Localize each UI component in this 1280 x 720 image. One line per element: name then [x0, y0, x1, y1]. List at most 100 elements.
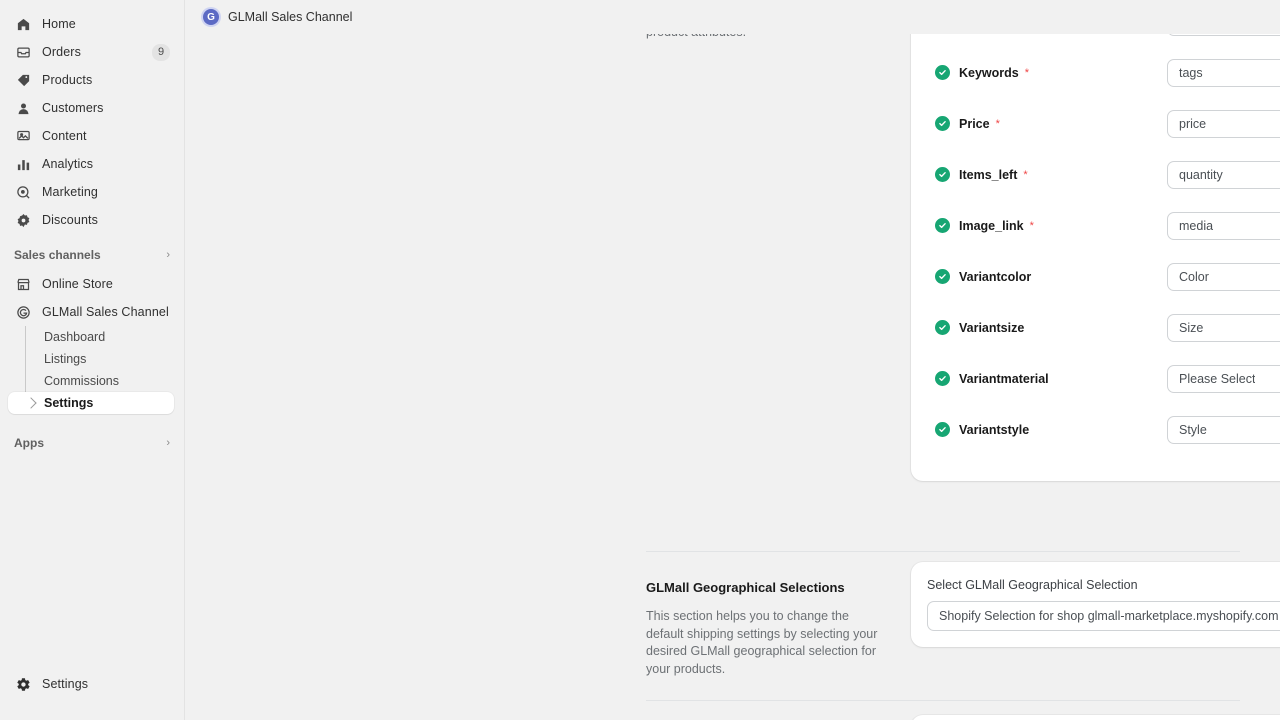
sidebar-subitem-listings[interactable]: Listings: [8, 348, 174, 370]
attribute-row: Items_left * quantity: [935, 149, 1280, 200]
check-circle-icon: [935, 269, 950, 284]
sidebar-item-label: Home: [42, 17, 76, 31]
sidebar-item-customers[interactable]: Customers: [8, 94, 176, 122]
required-marker: *: [995, 117, 1000, 130]
chevron-right-icon: ›: [166, 249, 170, 261]
attribute-select[interactable]: Please Select: [1167, 364, 1280, 393]
scroll-area[interactable]: product attributes. Description*descript…: [185, 0, 1280, 720]
gear-icon: [14, 675, 32, 693]
sidebar-item-products[interactable]: Products: [8, 66, 176, 94]
attribute-label-group: Image_link *: [935, 218, 1167, 233]
attribute-label-group: Variantstyle: [935, 422, 1167, 437]
check-circle-icon: [935, 65, 950, 80]
attribute-select[interactable]: Color: [1167, 262, 1280, 291]
geo-select[interactable]: Shopify Selection for shop glmall-market…: [927, 601, 1280, 631]
geo-section-title: GLMall Geographical Selections: [646, 580, 845, 595]
sidebar-subitem-commissions[interactable]: Commissions: [8, 370, 174, 392]
attribute-select[interactable]: tags: [1167, 58, 1280, 87]
sidebar-item-orders[interactable]: Orders 9: [8, 38, 176, 66]
attribute-row: Variantmaterial Please Select: [935, 353, 1280, 404]
sidebar-item-settings[interactable]: Settings: [8, 670, 176, 698]
required-marker: *: [1029, 219, 1034, 232]
geo-section-info: GLMall Geographical Selections This sect…: [646, 580, 886, 678]
attribute-select[interactable]: Style: [1167, 415, 1280, 444]
attribute-select-value: quantity: [1179, 167, 1223, 182]
sidebar-item-label: Content: [42, 129, 87, 143]
sidebar-item-settings-label: Settings: [42, 677, 89, 691]
home-icon: [14, 15, 32, 33]
attribute-select-value: Color: [1179, 269, 1209, 284]
attribute-rows: Description*descriptionKeywords*tagsPric…: [935, 0, 1280, 455]
attribute-row: Image_link * media: [935, 200, 1280, 251]
next-section-card: [911, 715, 1280, 720]
attribute-select[interactable]: quantity: [1167, 160, 1280, 189]
orders-icon: [14, 43, 32, 61]
sidebar-item-marketing[interactable]: Marketing: [8, 178, 176, 206]
sidebar-nav-list: Home Orders 9 Products Customers Content Analy…: [0, 10, 184, 234]
sidebar-item-discounts[interactable]: Discounts: [8, 206, 176, 234]
store-icon: [14, 275, 32, 293]
glmall-icon: [14, 303, 32, 321]
check-circle-icon: [935, 371, 950, 386]
sales-channels-header: Sales channels: [14, 248, 101, 262]
check-circle-icon: [935, 167, 950, 182]
attribute-select[interactable]: Size: [1167, 313, 1280, 342]
sidebar-item-badge: 9: [152, 43, 170, 61]
geo-selection-card: Select GLMall Geographical Selection Sho…: [911, 562, 1280, 647]
sidebar-item-label: Customers: [42, 101, 104, 115]
section-divider-bottom: [646, 700, 1240, 701]
attribute-label: Variantcolor: [959, 269, 1032, 284]
content-icon: [14, 127, 32, 145]
glmall-logo-icon: G: [203, 9, 219, 25]
main-area: G GLMall Sales Channel product attribute…: [185, 0, 1280, 720]
attribute-label: Variantmaterial: [959, 371, 1049, 386]
sidebar-item-label: Analytics: [42, 157, 94, 171]
sidebar-item-label: Orders: [42, 45, 81, 59]
sidebar-channel-label: GLMall Sales Channel: [42, 305, 169, 319]
attribute-label: Image_link: [959, 218, 1024, 233]
attribute-label: Keywords: [959, 65, 1019, 80]
chevron-right-icon: ›: [166, 437, 170, 449]
attribute-select-value: media: [1179, 218, 1214, 233]
attribute-label-group: Items_left *: [935, 167, 1167, 182]
sidebar-subitem-dashboard[interactable]: Dashboard: [8, 326, 174, 348]
sidebar-item-home[interactable]: Home: [8, 10, 176, 38]
attribute-label-group: Variantmaterial: [935, 371, 1167, 386]
app-title: GLMall Sales Channel: [228, 10, 353, 24]
marketing-icon: [14, 183, 32, 201]
attribute-label-group: Variantcolor: [935, 269, 1167, 284]
geo-section-description: This section helps you to change the def…: [646, 609, 878, 676]
sidebar-item-content[interactable]: Content: [8, 122, 176, 150]
check-circle-icon: [935, 320, 950, 335]
sidebar-channel-glmall-sales-channel[interactable]: GLMall Sales Channel: [8, 298, 176, 326]
attribute-label: Price: [959, 116, 990, 131]
sidebar-channel-online-store[interactable]: Online Store: [8, 270, 176, 298]
attribute-select-value: Size: [1179, 320, 1204, 335]
attribute-select-value: tags: [1179, 65, 1203, 80]
sidebar-section-apps[interactable]: Apps ›: [8, 430, 176, 456]
attribute-label: Variantstyle: [959, 422, 1030, 437]
sidebar-item-analytics[interactable]: Analytics: [8, 150, 176, 178]
customers-icon: [14, 99, 32, 117]
geo-select-value: Shopify Selection for shop glmall-market…: [939, 609, 1279, 623]
check-circle-icon: [935, 218, 950, 233]
check-circle-icon: [935, 422, 950, 437]
sidebar-item-label: Marketing: [42, 185, 99, 199]
sidebar: Home Orders 9 Products Customers Content Analy…: [0, 0, 185, 720]
attribute-label: Items_left: [959, 167, 1018, 182]
attribute-label-group: Keywords *: [935, 65, 1167, 80]
products-icon: [14, 71, 32, 89]
attribute-row: Variantsize Size: [935, 302, 1280, 353]
sidebar-section-sales-channels[interactable]: Sales channels ›: [8, 242, 176, 268]
attribute-select[interactable]: price: [1167, 109, 1280, 138]
attribute-select[interactable]: media: [1167, 211, 1280, 240]
attribute-label: Variantsize: [959, 320, 1025, 335]
topbar: G GLMall Sales Channel: [185, 0, 1280, 34]
attribute-select-value: price: [1179, 116, 1207, 131]
analytics-icon: [14, 155, 32, 173]
required-marker: *: [1024, 66, 1030, 79]
sidebar-bottom: Settings: [0, 670, 184, 698]
attribute-row: Keywords * tags: [935, 47, 1280, 98]
sidebar-subitem-settings[interactable]: Settings: [8, 392, 174, 414]
apps-header: Apps: [14, 436, 44, 450]
